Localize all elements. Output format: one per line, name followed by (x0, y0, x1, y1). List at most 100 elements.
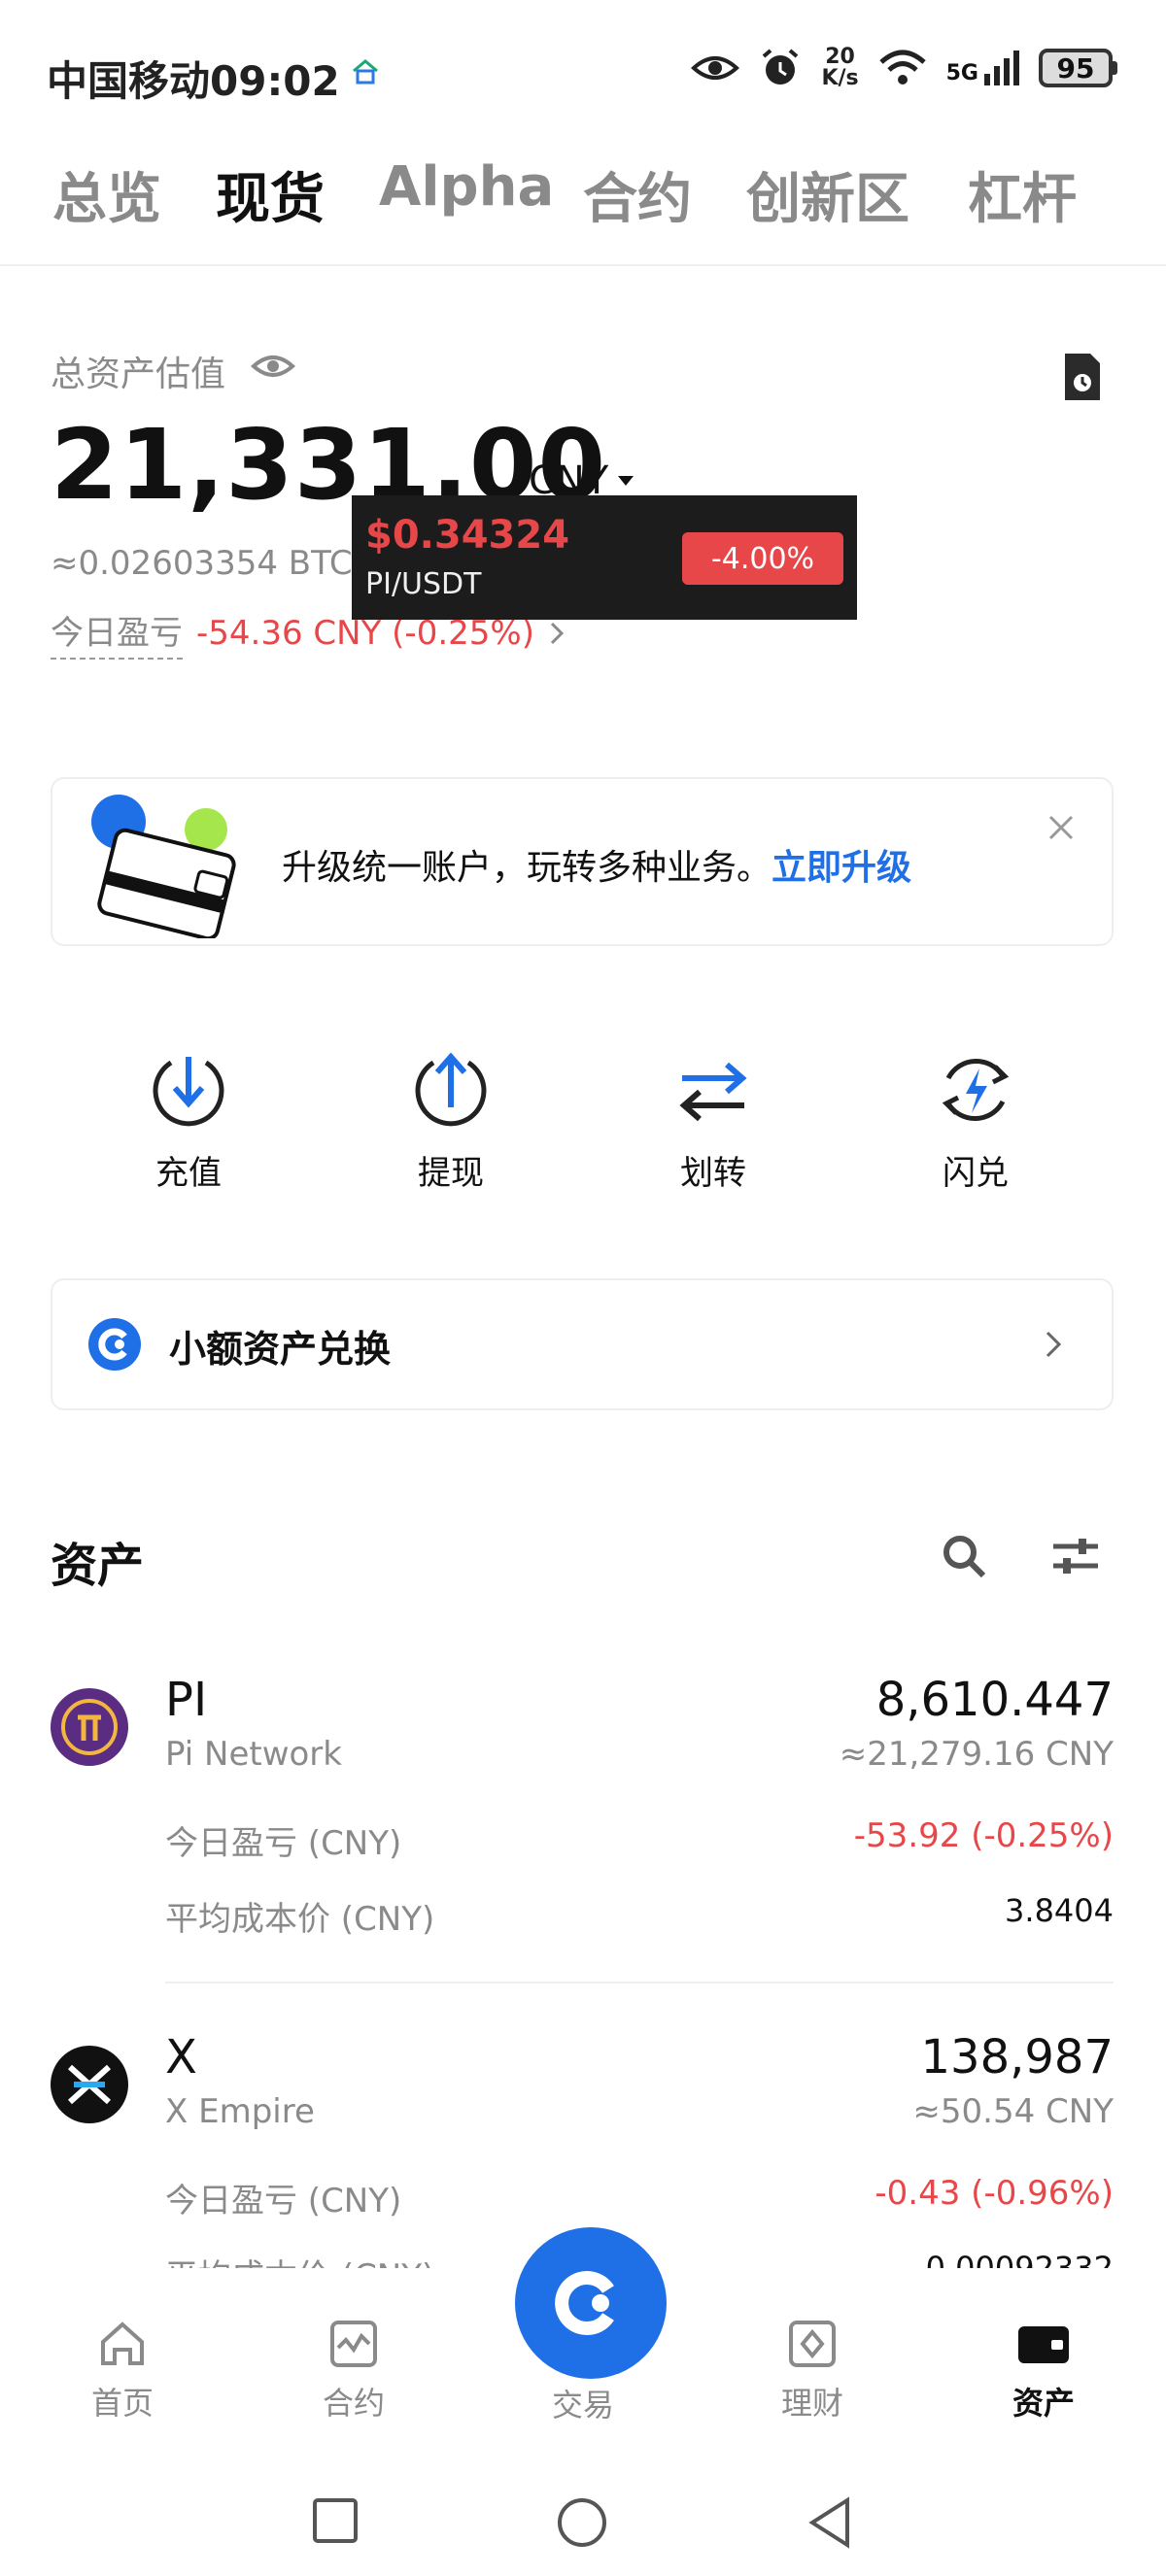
chevron-right-icon (550, 622, 565, 644)
tab-spot[interactable]: 现货 (216, 155, 325, 234)
transfer-icon (679, 1062, 747, 1122)
nav-earn-label: 理财 (780, 2385, 843, 2422)
banner-text-row: 升级统一账户，玩转多种业务。立即升级 (282, 839, 911, 890)
trade-circle (515, 2227, 667, 2379)
asset-symbol: PI (165, 1673, 208, 1727)
chevron-right-icon (1046, 1331, 1062, 1358)
deposit-button[interactable]: 充值 (91, 1049, 286, 1194)
x-empire-logo-icon (51, 2046, 128, 2123)
deposit-icon (153, 1057, 224, 1127)
asset-pnl-label: 今日盈亏 (CNY) (165, 2182, 402, 2220)
asset-value: ≈50.54 CNY (912, 2092, 1114, 2131)
home-status-icon (353, 59, 378, 85)
withdraw-icon (415, 1052, 487, 1127)
btc-equivalent: ≈0.02603354 BTC (51, 544, 353, 583)
asset-cost-label: 平均成本价 (CNY) (165, 2250, 434, 2268)
asset-amount: 138,987 (920, 2030, 1115, 2085)
wallet-illustration-icon (91, 795, 236, 938)
cell-signal-icon: 5G (946, 51, 1019, 85)
history-record-icon[interactable] (1059, 350, 1106, 404)
earn-icon (789, 2321, 836, 2367)
row-divider (165, 1982, 1114, 1983)
eye-toggle-icon[interactable] (251, 352, 295, 381)
asset-pnl: -53.92 (-0.25%) (853, 1816, 1114, 1855)
alarm-icon (763, 49, 799, 85)
flash-convert-label: 闪兑 (943, 1154, 1009, 1193)
nav-earn[interactable]: 理财 (744, 2317, 880, 2423)
nav-trade[interactable]: 交易 (515, 2227, 667, 2425)
carrier-name: 中国移动 (47, 57, 211, 105)
net-speed: 20 K/s (821, 47, 858, 89)
close-icon[interactable] (1047, 814, 1075, 841)
home-icon (101, 2322, 144, 2365)
pi-network-logo-icon (51, 1688, 128, 1766)
total-assets-title: 总资产估值 (51, 346, 225, 396)
chart-icon (330, 2321, 377, 2367)
price-float-window[interactable]: $0.34324 PI/USDT -4.00% (352, 495, 857, 620)
eye-status-icon (691, 56, 740, 80)
status-bar: 中国移动09:02 20 K/s 5G 95 (0, 0, 1166, 146)
tab-futures[interactable]: 合约 (583, 155, 692, 234)
nav-home-label: 首页 (90, 2385, 154, 2422)
signal-label: 5G (945, 61, 978, 85)
system-nav-bar (0, 2467, 1166, 2576)
nav-assets[interactable]: 资产 (976, 2317, 1112, 2423)
nav-futures-label: 合约 (322, 2385, 385, 2422)
tab-margin[interactable]: 杠杆 (968, 155, 1077, 234)
assets-title: 资产 (51, 1539, 145, 1593)
float-price: $0.34324 (365, 513, 570, 558)
battery-indicator: 95 (1039, 49, 1117, 87)
status-icons: 20 K/s 5G 95 (691, 47, 1117, 89)
asset-name: X Empire (165, 2092, 315, 2131)
transfer-label: 划转 (680, 1154, 746, 1193)
small-asset-conversion[interactable]: 小额资产兑换 (51, 1278, 1114, 1410)
deposit-label: 充值 (155, 1154, 222, 1193)
back-icon[interactable] (806, 2496, 855, 2549)
status-time: 09:02 (210, 57, 340, 105)
banner-text: 升级统一账户，玩转多种业务。 (282, 848, 772, 888)
wifi-icon (878, 50, 926, 85)
wallet-icon (1018, 2326, 1069, 2363)
total-assets-label: 总资产估值 (51, 355, 226, 394)
tab-innovation[interactable]: 创新区 (746, 155, 909, 234)
convert-logo-icon (88, 1318, 141, 1371)
account-tabs: 总览 现货 Alpha 合约 创新区 杠杆 (0, 155, 1166, 266)
upgrade-banner[interactable]: 升级统一账户，玩转多种业务。立即升级 (51, 777, 1114, 946)
tab-alpha[interactable]: Alpha (379, 155, 554, 219)
upgrade-link[interactable]: 立即升级 (772, 848, 911, 888)
tab-overview[interactable]: 总览 (52, 155, 161, 234)
net-speed-unit: K/s (821, 66, 859, 90)
nav-futures[interactable]: 合约 (286, 2317, 422, 2423)
asset-pnl: -0.43 (-0.96%) (874, 2174, 1114, 2213)
asset-row-pi[interactable]: PI Pi Network 8,610.447 ≈21,279.16 CNY 今… (51, 1673, 1114, 1993)
caret-down-icon (618, 476, 634, 486)
asset-symbol: X (165, 2030, 197, 2085)
nav-home[interactable]: 首页 (54, 2317, 190, 2423)
small-asset-label: 小额资产兑换 (169, 1328, 392, 1371)
flash-convert-button[interactable]: 闪兑 (878, 1049, 1073, 1194)
bottom-nav: 首页 合约 交易 理财 资产 (0, 2227, 1166, 2462)
asset-cost: 0.00092332 (925, 2250, 1114, 2268)
battery-level: 95 (1039, 49, 1113, 87)
nav-trade-label: 交易 (551, 2387, 614, 2423)
asset-name: Pi Network (165, 1735, 342, 1774)
asset-amount: 8,610.447 (875, 1673, 1114, 1727)
home-system-icon[interactable] (556, 2496, 608, 2549)
trade-icon (555, 2271, 614, 2335)
asset-cost-label: 平均成本价 (CNY) (165, 1900, 435, 1939)
nav-assets-label: 资产 (1012, 2385, 1075, 2422)
float-change-badge: -4.00% (682, 532, 843, 585)
float-pair: PI/USDT (365, 567, 482, 601)
transfer-button[interactable]: 划转 (616, 1049, 810, 1194)
withdraw-button[interactable]: 提现 (354, 1049, 548, 1194)
filter-settings-icon[interactable] (1051, 1537, 1100, 1576)
status-carrier-time: 中国移动09:02 (47, 49, 340, 108)
flash-convert-icon (942, 1058, 1010, 1122)
net-speed-value: 20 (825, 45, 855, 69)
search-icon[interactable] (941, 1533, 987, 1579)
asset-pnl-label: 今日盈亏 (CNY) (165, 1824, 402, 1863)
withdraw-label: 提现 (418, 1154, 484, 1193)
recent-apps-icon[interactable] (311, 2496, 360, 2545)
today-pnl-label: 今日盈亏 (51, 606, 183, 660)
asset-cost: 3.8404 (1005, 1892, 1114, 1929)
